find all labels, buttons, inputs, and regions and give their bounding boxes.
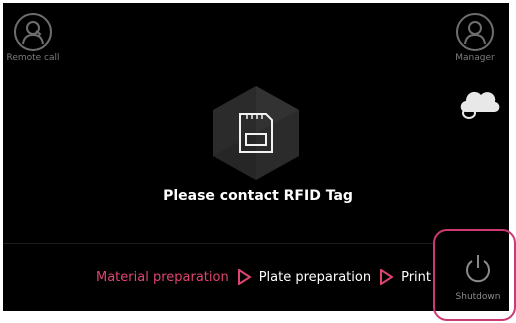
shutdown-label: Shutdown (455, 292, 501, 302)
rfid-tag-graphic (211, 84, 301, 182)
manager-button[interactable]: Manager (445, 13, 505, 63)
workflow-steps: Material preparation Plate preparation P… (96, 267, 431, 287)
step-print: Print (401, 269, 431, 285)
step-arrow-icon (237, 269, 251, 285)
footer-divider (3, 243, 433, 244)
power-icon (466, 255, 490, 283)
status-message: Please contact RFID Tag (163, 188, 353, 204)
step-material-preparation: Material preparation (96, 269, 229, 285)
shutdown-button[interactable]: Shutdown (443, 252, 513, 302)
cloud-sync-icon[interactable] (456, 82, 502, 122)
manager-icon (456, 13, 494, 51)
step-plate-preparation: Plate preparation (258, 269, 372, 285)
remote-call-label: Remote call (6, 53, 60, 63)
manager-label: Manager (455, 53, 495, 63)
step-arrow-icon (379, 269, 394, 285)
remote-call-button[interactable]: Remote call (3, 13, 63, 63)
remote-call-icon (14, 13, 52, 51)
